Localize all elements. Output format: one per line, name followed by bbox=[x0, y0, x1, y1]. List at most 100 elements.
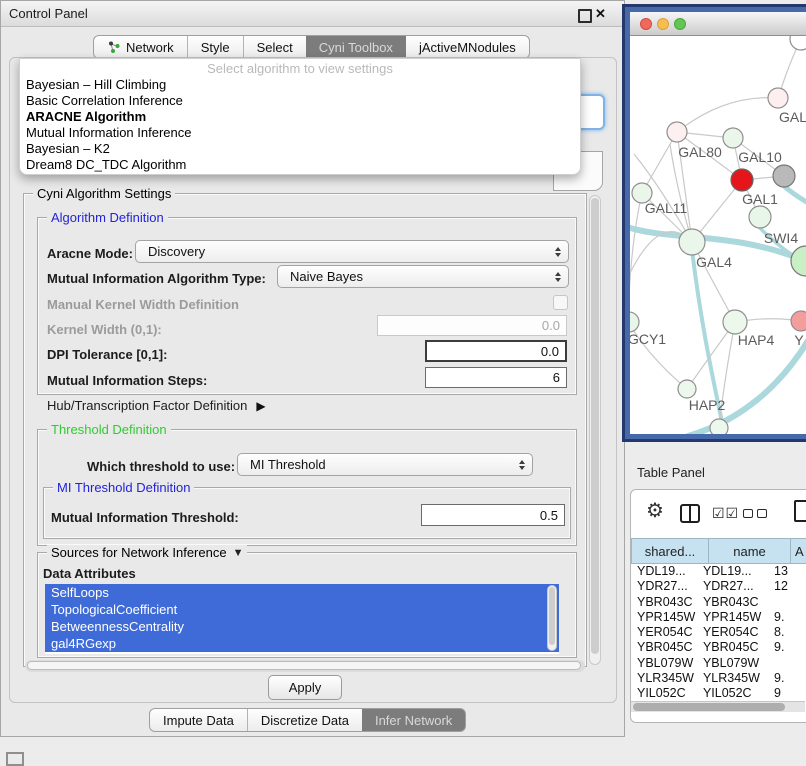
data-attributes-listbox: SelfLoops TopologicalCoefficient Between… bbox=[45, 584, 559, 654]
node-unlabeled[interactable] bbox=[790, 36, 806, 50]
cell-value: 9. bbox=[770, 640, 805, 655]
table-horizontal-scrollbar[interactable] bbox=[631, 701, 805, 712]
list-scrollbar[interactable] bbox=[547, 585, 557, 651]
node-gray[interactable] bbox=[773, 165, 795, 187]
node-label: HAP4 bbox=[738, 332, 775, 348]
algorithm-definition-title: Algorithm Definition bbox=[47, 210, 168, 225]
minimize-traffic-light-icon[interactable] bbox=[657, 18, 669, 30]
dropdown-item[interactable]: Mutual Information Inference bbox=[20, 125, 580, 141]
table-row[interactable]: YIL052C YIL052C 9 bbox=[631, 686, 805, 701]
tab-jactivemnodules[interactable]: jActiveMNodules bbox=[406, 35, 530, 59]
tab-impute-data-label: Impute Data bbox=[163, 713, 234, 728]
node-label: GAL4 bbox=[696, 254, 732, 270]
node-gcy1[interactable] bbox=[630, 312, 639, 332]
apply-button[interactable]: Apply bbox=[268, 675, 342, 700]
close-traffic-light-icon[interactable] bbox=[640, 18, 652, 30]
tab-cyni-toolbox-label: Cyni Toolbox bbox=[319, 40, 393, 55]
tab-infer-network[interactable]: Infer Network bbox=[362, 708, 466, 732]
which-threshold-value: MI Threshold bbox=[250, 457, 326, 472]
network-canvas[interactable]: GAL GAL80 GAL10 GAL1 GAL11 SWI4 GAL4 GCY… bbox=[630, 36, 806, 434]
column-layout-icon[interactable] bbox=[680, 504, 700, 523]
node-unlabeled[interactable] bbox=[710, 419, 728, 434]
mi-threshold-field[interactable]: 0.5 bbox=[421, 504, 565, 526]
node-gal1-selected[interactable] bbox=[731, 169, 753, 191]
select-all-checkboxes-icon[interactable]: ☑☑ bbox=[712, 505, 739, 522]
mi-threshold-group-title: MI Threshold Definition bbox=[53, 480, 194, 495]
mi-steps-field[interactable]: 6 bbox=[425, 367, 567, 388]
cell-shared-name: YBR045C bbox=[631, 640, 699, 655]
which-threshold-combobox[interactable]: MI Threshold bbox=[237, 453, 533, 476]
dropdown-item[interactable]: Bayesian – K2 bbox=[20, 141, 580, 157]
mi-steps-value: 6 bbox=[553, 370, 560, 385]
list-item[interactable]: TopologicalCoefficient bbox=[45, 601, 559, 618]
minimized-panel-icon[interactable] bbox=[6, 752, 24, 766]
document-icon[interactable] bbox=[794, 500, 806, 522]
dpi-tolerance-field[interactable]: 0.0 bbox=[425, 340, 567, 362]
list-scrollbar-thumb[interactable] bbox=[549, 587, 555, 645]
column-header-shared-name[interactable]: shared... bbox=[631, 538, 709, 564]
settings-scrollbar[interactable] bbox=[589, 195, 601, 665]
table-row[interactable]: YBR043C YBR043C bbox=[631, 595, 805, 610]
dropdown-item[interactable]: Dream8 DC_TDC Algorithm bbox=[20, 157, 580, 173]
tab-network[interactable]: Network bbox=[93, 35, 187, 59]
dpi-tolerance-label: DPI Tolerance [0,1]: bbox=[47, 347, 167, 362]
aracne-mode-combobox[interactable]: Discovery bbox=[135, 240, 569, 263]
tab-discretize-data[interactable]: Discretize Data bbox=[248, 708, 362, 732]
node-gal-partial[interactable] bbox=[768, 88, 788, 108]
node-y-partial[interactable] bbox=[791, 311, 806, 331]
list-item[interactable]: gal4RGexp bbox=[45, 635, 559, 652]
node-bright-green[interactable] bbox=[791, 246, 806, 276]
list-item[interactable]: BetweennessCentrality bbox=[45, 618, 559, 635]
column-header-partial[interactable]: A bbox=[791, 538, 806, 564]
table-row[interactable]: YBL079W YBL079W bbox=[631, 656, 805, 671]
list-horizontal-scrollbar[interactable] bbox=[25, 660, 585, 672]
settings-scrollbar-thumb[interactable] bbox=[591, 198, 599, 654]
tab-impute-data[interactable]: Impute Data bbox=[149, 708, 247, 732]
mi-algorithm-type-value: Naive Bayes bbox=[290, 269, 363, 284]
hub-definition-expander[interactable]: Hub/Transcription Factor Definition ▶ bbox=[47, 398, 266, 413]
node-gal4[interactable] bbox=[679, 229, 705, 255]
panel-title: Control Panel bbox=[9, 6, 88, 21]
hub-definition-label: Hub/Transcription Factor Definition bbox=[47, 398, 247, 413]
tab-discretize-data-label: Discretize Data bbox=[261, 713, 349, 728]
node-label: GAL11 bbox=[645, 200, 688, 216]
node-swi4[interactable] bbox=[749, 206, 771, 228]
tab-style-label: Style bbox=[201, 40, 230, 55]
list-horizontal-scrollbar-thumb[interactable] bbox=[27, 661, 581, 670]
dropdown-item[interactable]: Basic Correlation Inference bbox=[20, 93, 580, 109]
tab-style[interactable]: Style bbox=[188, 35, 243, 59]
tab-select[interactable]: Select bbox=[244, 35, 306, 59]
close-icon[interactable]: ✕ bbox=[595, 6, 606, 22]
tab-jactivemnodules-label: jActiveMNodules bbox=[419, 40, 516, 55]
gear-icon[interactable]: ⚙ bbox=[646, 501, 664, 521]
table-row[interactable]: YLR345W YLR345W 9. bbox=[631, 671, 805, 686]
list-item[interactable]: SelfLoops bbox=[45, 584, 559, 601]
dropdown-item-selected[interactable]: ARACNE Algorithm bbox=[20, 109, 580, 125]
cell-value bbox=[770, 656, 805, 671]
cell-shared-name: YDL19... bbox=[631, 564, 699, 579]
node-gal80[interactable] bbox=[667, 122, 687, 142]
float-window-icon[interactable] bbox=[578, 9, 592, 23]
dropdown-item[interactable]: Bayesian – Hill Climbing bbox=[20, 77, 580, 93]
manual-kernel-width-checkbox[interactable] bbox=[553, 295, 568, 310]
cell-shared-name: YBR043C bbox=[631, 595, 699, 610]
mi-algorithm-type-combobox[interactable]: Naive Bayes bbox=[277, 265, 569, 288]
network-window-titlebar[interactable] bbox=[630, 12, 806, 36]
table-horizontal-scrollbar-thumb[interactable] bbox=[633, 703, 785, 711]
table-row[interactable]: YPR145W YPR145W 9. bbox=[631, 610, 805, 625]
tab-cyni-toolbox[interactable]: Cyni Toolbox bbox=[306, 35, 406, 59]
table-body: YDL19... YDL19... 13 YDR27... YDR27... 1… bbox=[631, 564, 805, 701]
node-hap2[interactable] bbox=[678, 380, 696, 398]
node-hap4[interactable] bbox=[723, 310, 747, 334]
table-row[interactable]: YDL19... YDL19... 13 bbox=[631, 564, 805, 579]
node-gal10[interactable] bbox=[723, 128, 743, 148]
table-row[interactable]: YDR27... YDR27... 12 bbox=[631, 579, 805, 594]
cell-value: 8. bbox=[770, 625, 805, 640]
column-header-name[interactable]: name bbox=[709, 538, 791, 564]
table-row[interactable]: YBR045C YBR045C 9. bbox=[631, 640, 805, 655]
apply-button-label: Apply bbox=[289, 680, 322, 695]
zoom-traffic-light-icon[interactable] bbox=[674, 18, 686, 30]
sources-group-header[interactable]: Sources for Network Inference ▼ bbox=[47, 545, 247, 560]
deselect-all-checkboxes-icon[interactable] bbox=[743, 509, 767, 518]
table-row[interactable]: YER054C YER054C 8. bbox=[631, 625, 805, 640]
